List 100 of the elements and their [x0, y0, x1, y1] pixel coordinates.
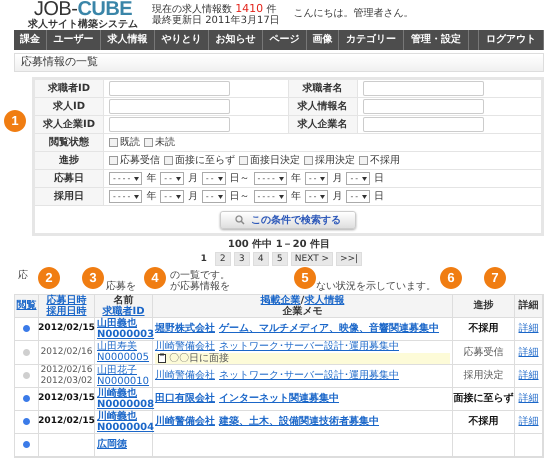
detail-link[interactable]: 詳細: [518, 323, 538, 334]
text-field[interactable]: [362, 81, 484, 96]
applicant-id-link[interactable]: N0000004: [97, 422, 154, 433]
job-link[interactable]: ネットワーク･サーバー設計･運用募集中: [219, 370, 399, 382]
select-field[interactable]: --: [346, 172, 370, 185]
nav-item[interactable]: 求人情報: [100, 30, 155, 50]
page-link[interactable]: >>|: [336, 252, 362, 266]
page-link[interactable]: 2: [214, 252, 231, 266]
applicant-link[interactable]: 川崎義也: [97, 388, 137, 399]
nav-item[interactable]: お知らせ: [209, 30, 264, 50]
company-link[interactable]: 川崎警備会社: [155, 416, 215, 428]
sort-link[interactable]: 求職者ID: [102, 306, 145, 317]
sort-link[interactable]: 採用日時: [46, 306, 86, 317]
company-link[interactable]: 川崎警備会社: [155, 370, 215, 382]
applicant-id-link[interactable]: N0000010: [97, 376, 150, 387]
column-header: /: [300, 294, 304, 306]
field-label: 求人企業名: [288, 116, 358, 133]
caret-icon: [218, 176, 223, 180]
sort-link[interactable]: 掲載企業: [260, 294, 301, 306]
caret-icon: [176, 194, 181, 198]
unit-label: 日～: [230, 172, 250, 184]
select-field[interactable]: ----: [254, 190, 287, 203]
field-label: 求職者名: [288, 80, 358, 97]
applicant-id-link[interactable]: N0000005: [97, 352, 150, 364]
checkbox[interactable]: [164, 156, 173, 165]
detail-link[interactable]: 詳細: [518, 393, 538, 404]
description-text: の一覧です。: [170, 270, 230, 281]
search-button[interactable]: この条件で検索する: [220, 210, 356, 228]
date-text: 2012/02/16: [40, 346, 92, 358]
applicant-link[interactable]: 山田寿美: [97, 341, 137, 352]
date-text: 2012/02/16: [40, 364, 92, 376]
select-field[interactable]: --: [160, 190, 184, 203]
checkbox-label: 応募受信: [120, 154, 160, 166]
checkbox[interactable]: [109, 138, 118, 147]
nav-item[interactable]: ページ: [263, 30, 307, 50]
text-field[interactable]: [362, 117, 484, 132]
job-link[interactable]: 建築、土木、設備関連技術者募集中: [219, 416, 379, 428]
detail-link[interactable]: 詳細: [518, 346, 538, 358]
checkbox[interactable]: [239, 156, 248, 165]
select-field[interactable]: ----: [254, 172, 287, 185]
select-field[interactable]: --: [346, 190, 370, 203]
unit-label: 月: [332, 172, 342, 184]
date-text: 2012/03/15: [38, 393, 95, 404]
text-field[interactable]: [109, 117, 230, 132]
select-field[interactable]: --: [304, 172, 328, 185]
callout-badge: 6: [440, 267, 462, 289]
caret-icon: [362, 194, 368, 198]
checkbox-label: 面接日決定: [250, 154, 300, 166]
page-link[interactable]: NEXT >: [290, 252, 334, 266]
select-field[interactable]: ----: [109, 172, 142, 185]
date-text: 2012/02/15: [38, 323, 95, 334]
checkbox[interactable]: [304, 156, 313, 165]
callout-badge: 4: [144, 267, 166, 289]
sort-link[interactable]: 閲覧: [16, 300, 36, 312]
nav-item[interactable]: 画像: [306, 30, 340, 50]
select-field[interactable]: --: [160, 172, 184, 185]
select-field[interactable]: --: [202, 172, 226, 185]
nav-item[interactable]: ログアウト: [479, 30, 544, 50]
nav-item[interactable]: 管理・設定: [404, 30, 469, 50]
job-link[interactable]: ネットワーク･サーバー設計･運用募集中: [219, 340, 399, 352]
nav-item[interactable]: カテゴリー: [339, 30, 404, 50]
company-link[interactable]: 堀野株式会社: [155, 323, 215, 334]
applicant-id-link[interactable]: N0000008: [97, 398, 154, 410]
checkbox[interactable]: [359, 156, 368, 165]
applicant-link[interactable]: 広岡徳: [97, 439, 127, 450]
checkbox-label: 採用決定: [315, 154, 355, 166]
page-link[interactable]: 4: [252, 252, 269, 266]
checkbox[interactable]: [144, 138, 153, 147]
applicant-link[interactable]: 山田花子: [97, 364, 137, 376]
detail-link[interactable]: 詳細: [518, 416, 538, 428]
job-link[interactable]: インターネット関連募集中: [219, 393, 339, 404]
detail-link[interactable]: 詳細: [518, 370, 538, 382]
nav-item[interactable]: 課金: [14, 30, 47, 50]
logo: JOB-CUBE: [34, 0, 132, 18]
field-label: 求人企業ID: [35, 116, 104, 133]
select-field[interactable]: --: [202, 190, 226, 203]
page-link[interactable]: 1: [196, 252, 212, 266]
column-header: 企業メモ: [282, 306, 322, 317]
select-field[interactable]: ----: [109, 190, 142, 203]
company-link[interactable]: 田口有限会社: [155, 393, 215, 404]
page-link[interactable]: 3: [234, 252, 250, 266]
checkbox[interactable]: [109, 156, 118, 165]
applicant-link[interactable]: 川崎義也: [97, 410, 137, 422]
text-field[interactable]: [109, 81, 230, 96]
sort-link[interactable]: 応募日時: [46, 294, 86, 306]
nav-item[interactable]: ユーザー: [46, 30, 101, 50]
applicant-link[interactable]: 山田義也: [97, 318, 137, 329]
sort-link[interactable]: 求人情報: [304, 294, 344, 306]
memo-text: 〇〇日に面接: [169, 352, 229, 364]
page-link[interactable]: 5: [272, 252, 288, 266]
applicant-id-link[interactable]: N0000003: [97, 328, 154, 340]
description-text: ない状況を示しています。: [316, 280, 436, 292]
status-text: 採用決定: [464, 370, 504, 382]
job-link[interactable]: ゲーム、マルチメディア、映像、音響関連募集中: [219, 323, 439, 334]
company-link[interactable]: 川崎警備会社: [155, 340, 215, 352]
text-field[interactable]: [362, 99, 484, 114]
text-field[interactable]: [109, 99, 230, 114]
nav-item[interactable]: やりとり: [154, 30, 210, 50]
field-label: 進捗: [35, 152, 104, 169]
select-field[interactable]: --: [304, 190, 328, 203]
